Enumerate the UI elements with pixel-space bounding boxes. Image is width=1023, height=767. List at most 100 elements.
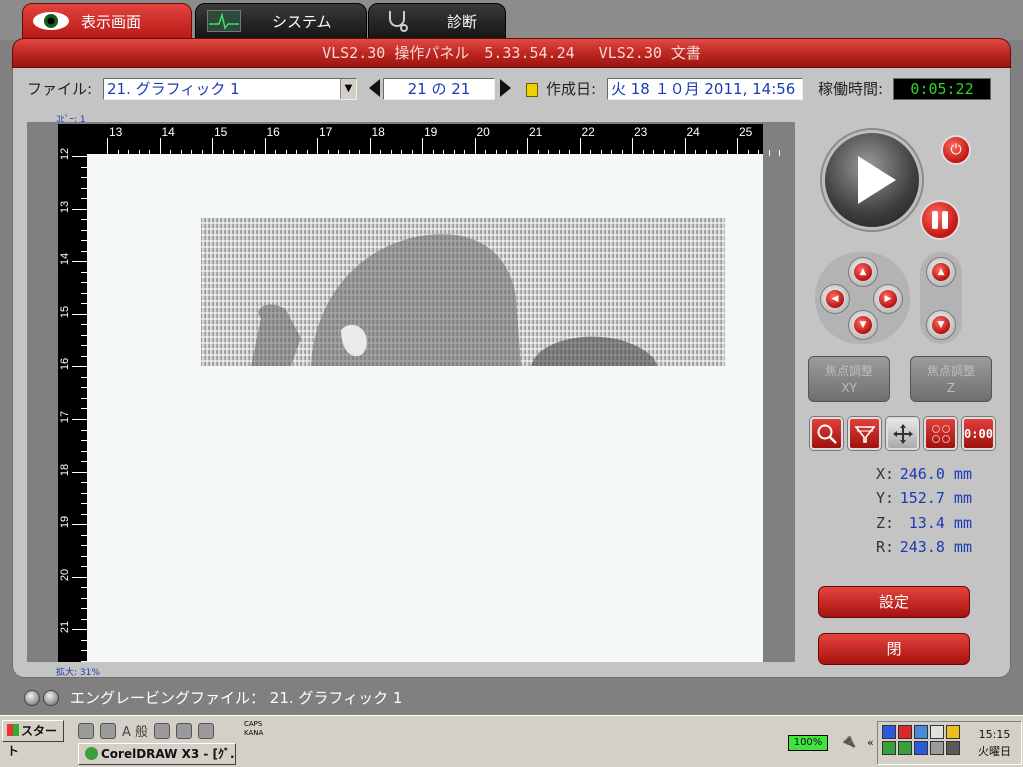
chevron-down-icon[interactable]: ▼ — [340, 79, 356, 99]
tray-expand-icon[interactable]: « — [867, 736, 874, 749]
z-down-button[interactable]: ▼ — [926, 310, 956, 340]
runtime-display: 0:05:22 — [893, 78, 991, 100]
jog-left-button[interactable]: ◀ — [820, 284, 850, 314]
ruler-tick — [72, 208, 87, 210]
power-icon: ⏻ — [950, 142, 962, 158]
note-icon — [526, 83, 538, 97]
sync-icon[interactable] — [898, 741, 912, 755]
pattern-tool-button[interactable] — [924, 417, 957, 450]
network-icon[interactable] — [882, 725, 896, 739]
ruler-label: 13 — [59, 200, 72, 213]
settings-button[interactable]: 設定 — [818, 586, 970, 618]
bed-tool-button[interactable] — [848, 417, 881, 450]
ruler-label: 23 — [634, 125, 648, 139]
taskbar-app-coreldraw[interactable]: CorelDRAW X3 - [ｸﾞ... — [78, 743, 236, 765]
tab-system[interactable]: システム — [195, 3, 367, 39]
ruler-label: 19 — [59, 516, 72, 529]
pause-button[interactable] — [920, 200, 960, 240]
ruler-tick — [72, 419, 87, 420]
start-button[interactable]: スタート — [2, 720, 64, 758]
ruler-tick — [72, 471, 87, 473]
ruler-tick — [72, 629, 87, 631]
pause-bar-icon — [932, 211, 938, 229]
ruler-label: 21 — [529, 125, 543, 139]
help-icon[interactable] — [198, 722, 215, 739]
ruler-tick — [72, 576, 87, 578]
ime-mode-text[interactable]: A 般 — [122, 721, 148, 740]
ruler-label: 19 — [424, 125, 438, 139]
move-tool-button[interactable] — [886, 417, 919, 450]
magnifier-tool-button[interactable] — [810, 417, 843, 450]
chevron-up-icon: ▲ — [854, 263, 872, 281]
display-icon[interactable] — [914, 741, 928, 755]
ruler-tick — [72, 313, 87, 315]
quick-launch: A 般 — [78, 721, 215, 740]
laser-bed[interactable] — [87, 154, 763, 662]
monitor-icon[interactable] — [946, 741, 960, 755]
jog-right-button[interactable]: ▶ — [873, 284, 903, 314]
coord-x: X: 246.0 mm — [876, 465, 972, 483]
focus-xy-button[interactable]: 焦点調整 XY — [808, 356, 890, 402]
ruler-label: 25 — [739, 125, 753, 139]
jog-down-button[interactable]: ▼ — [848, 310, 878, 340]
volume-icon[interactable] — [930, 725, 944, 739]
ruler-label: 20 — [59, 568, 72, 581]
file-label: ファイル: — [27, 80, 93, 98]
coreldraw-icon — [85, 747, 98, 760]
tab-bar: 表示画面 システム 診断 — [0, 0, 1023, 40]
tab-display[interactable]: 表示画面 — [22, 3, 192, 39]
ruler-label: 15 — [59, 305, 72, 318]
signal-icon[interactable] — [882, 741, 896, 755]
file-select[interactable]: 21. グラフィック 1 ▼ — [103, 78, 357, 100]
timer-tool-button[interactable]: 0:00 — [962, 417, 995, 450]
ruler-label: 13 — [109, 125, 123, 139]
chevron-down-icon: ▼ — [854, 316, 872, 334]
ruler-label: 14 — [59, 253, 72, 266]
title-banner: VLS2.30 操作パネル 5.33.54.24 VLS2.30 文書 — [12, 38, 1011, 68]
ruler-label: 18 — [371, 125, 385, 139]
play-button[interactable] — [822, 130, 922, 230]
tab-diagnostics[interactable]: 診断 — [368, 3, 506, 39]
jog-up-button[interactable]: ▲ — [848, 257, 878, 287]
tool-icon[interactable] — [154, 722, 171, 739]
power-button[interactable]: ⏻ — [941, 135, 971, 165]
prev-file-arrow-icon[interactable] — [369, 79, 380, 97]
chevron-right-icon: ▶ — [879, 290, 897, 308]
ruler-label: 21 — [59, 621, 72, 634]
ruler-tick — [72, 366, 87, 368]
magnifier-icon — [817, 424, 837, 444]
tray-app-icon[interactable] — [914, 725, 928, 739]
engraving-graphic[interactable] — [201, 218, 725, 366]
tab-display-label: 表示画面 — [81, 12, 142, 31]
ruler-tick — [72, 261, 87, 263]
ruler-label: 14 — [161, 125, 175, 139]
security-icon[interactable] — [898, 725, 912, 739]
ruler-label: 20 — [476, 125, 490, 139]
stethoscope-icon — [377, 10, 417, 32]
ruler-label: 16 — [266, 125, 280, 139]
chevron-left-icon: ◀ — [826, 290, 844, 308]
engraving-canvas[interactable]: 13 14 15 16 17 18 19 20 21 22 23 24 25 12 13 14 15 16 17 1… — [27, 122, 795, 662]
ruler-minor-tick — [768, 150, 770, 156]
status-led-icon — [24, 689, 40, 706]
eye-icon — [31, 10, 71, 32]
z-up-button[interactable]: ▲ — [926, 257, 956, 287]
keyboard-icon[interactable] — [78, 722, 94, 739]
battery-indicator: 100% — [788, 735, 828, 751]
status-led-icon — [43, 689, 59, 706]
dictionary-icon[interactable] — [176, 722, 193, 739]
zoom-label: 拡大: 31% — [56, 668, 100, 678]
focus-z-button[interactable]: 焦点調整 Z — [910, 356, 992, 402]
close-button[interactable]: 閉 — [818, 633, 970, 665]
coord-x-value: 246.0 mm — [899, 465, 972, 483]
ruler-label: 17 — [319, 125, 333, 139]
next-file-arrow-icon[interactable] — [500, 79, 511, 97]
graphic-artwork — [251, 234, 657, 366]
device-icon[interactable] — [930, 741, 944, 755]
move-arrows-icon — [892, 423, 913, 444]
warning-icon[interactable] — [946, 725, 960, 739]
file-select-value: 21. グラフィック 1 — [107, 80, 240, 98]
ime-icon[interactable] — [100, 722, 116, 739]
ruler-tick — [72, 524, 87, 526]
coord-z-value: 13.4 mm — [908, 514, 972, 532]
